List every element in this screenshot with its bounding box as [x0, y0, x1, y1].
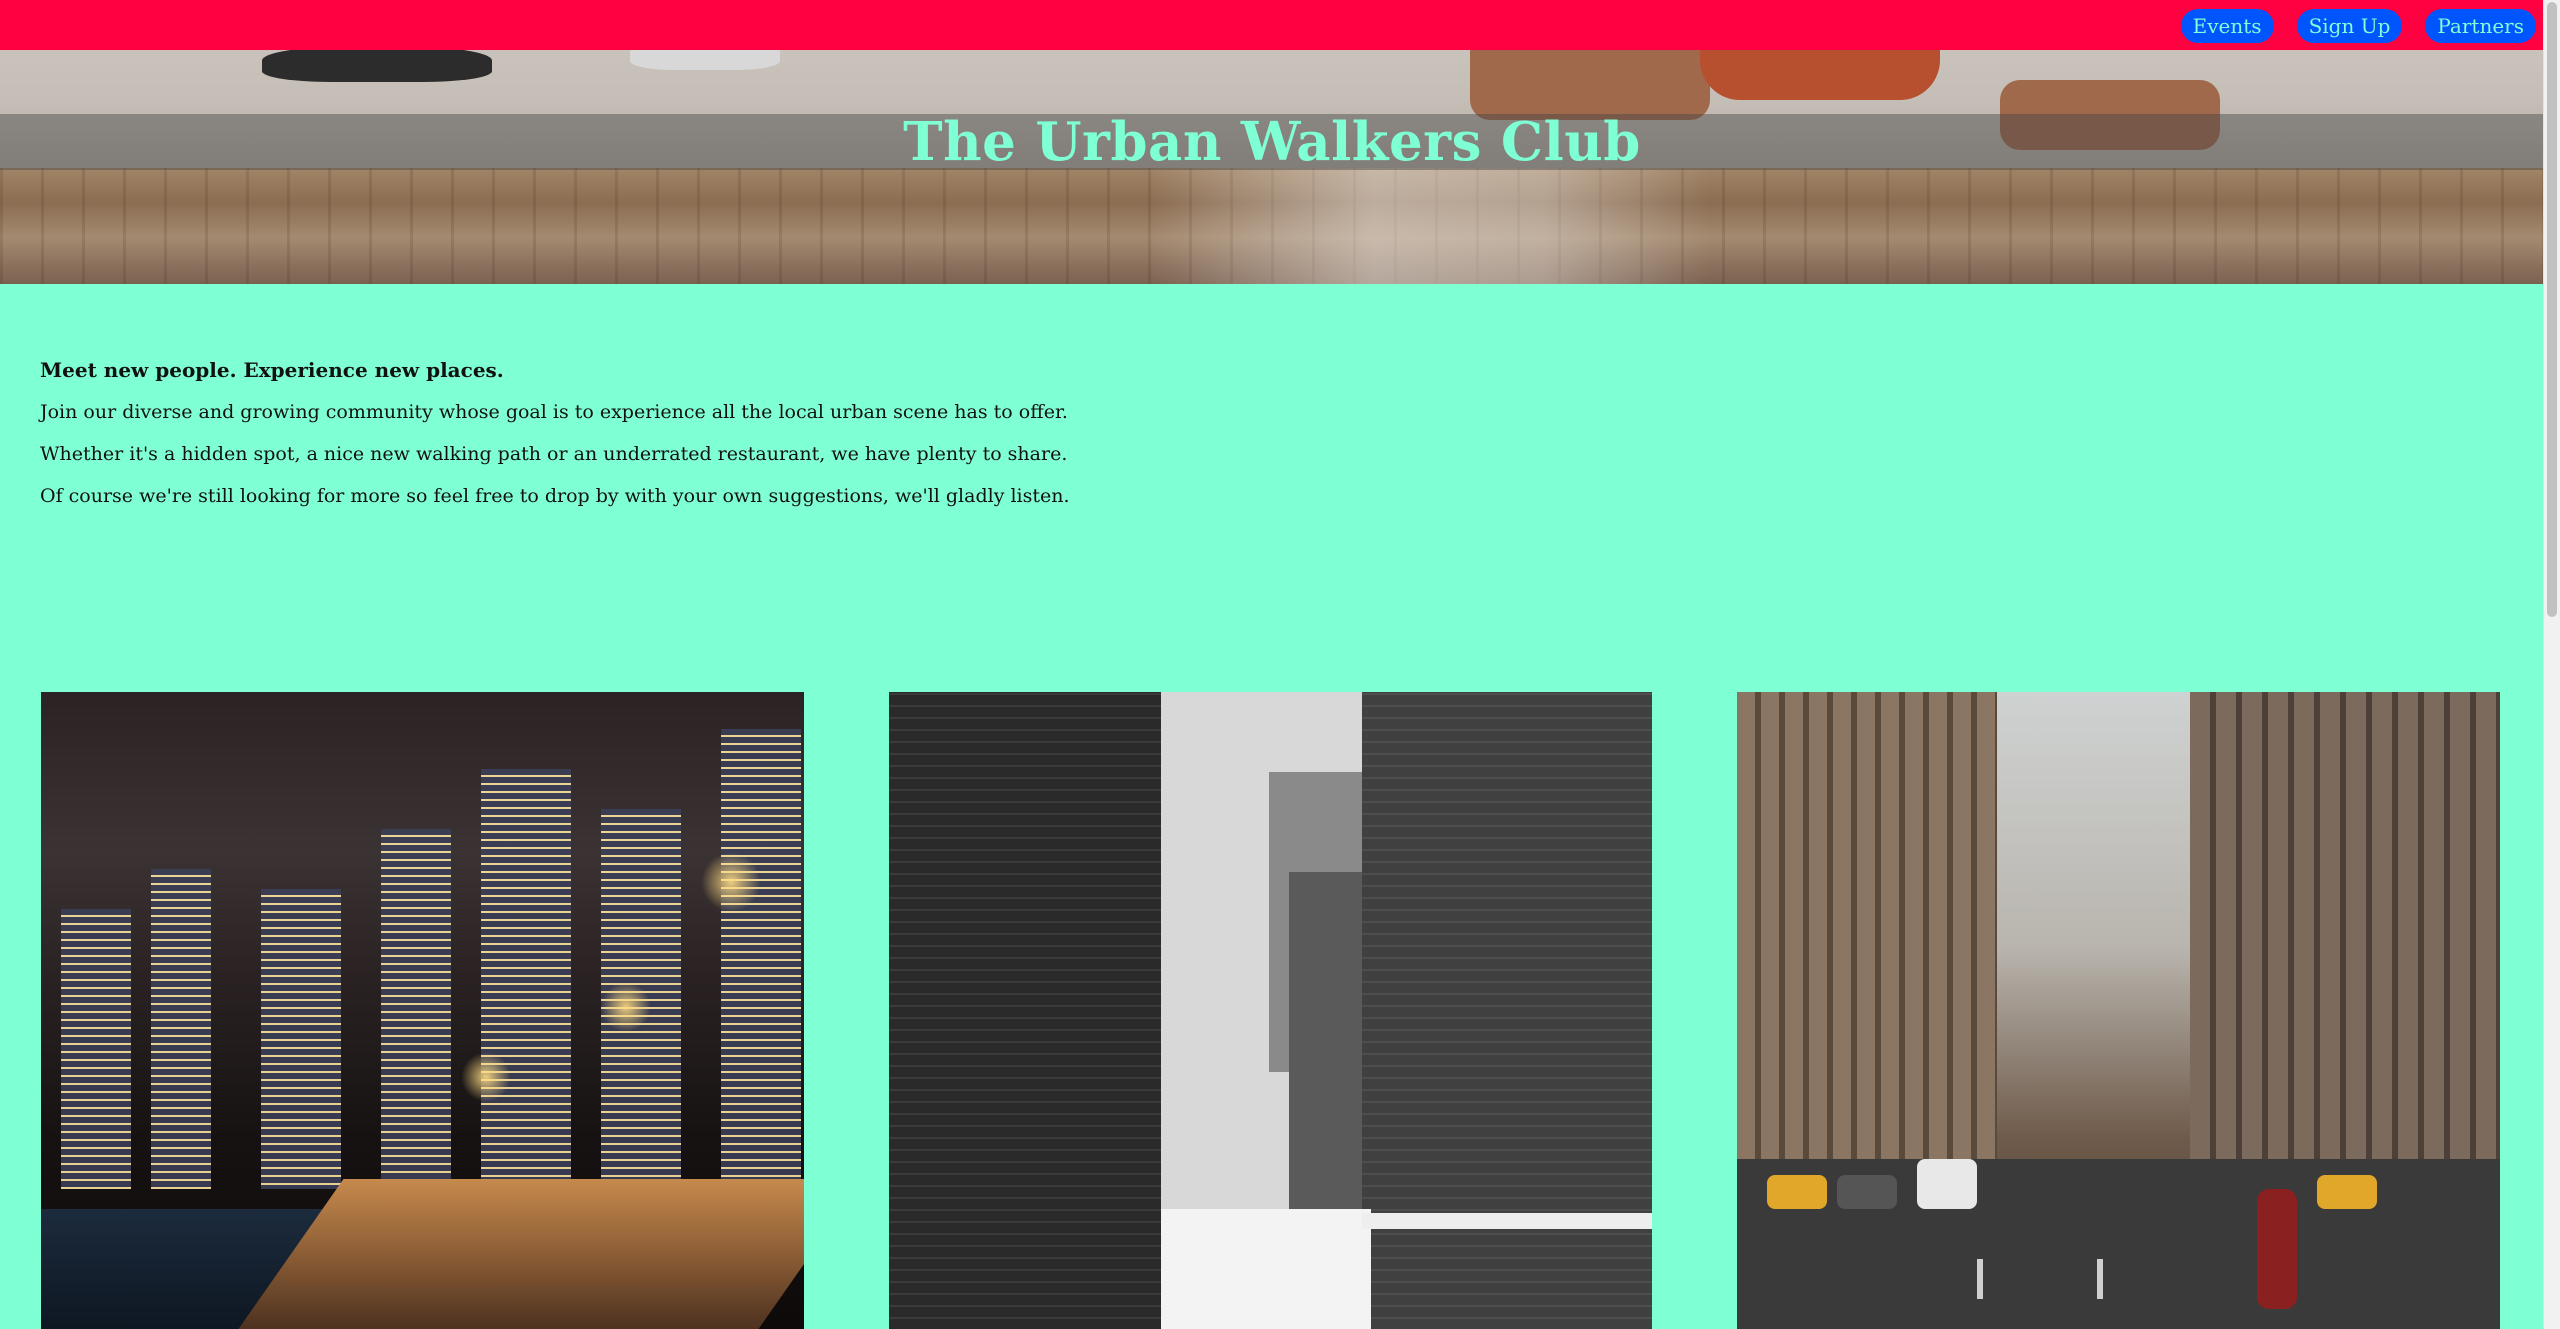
- city-street-photo: [1737, 692, 2500, 1329]
- photo-wall-left: [889, 692, 1161, 1329]
- photo-building: [481, 769, 571, 1189]
- photo-building: [261, 889, 341, 1189]
- gallery-image-city-street: [1737, 692, 2500, 1329]
- page: The Urban Walkers Club Events Sign Up Pa…: [0, 0, 2544, 1329]
- photo-building-right: [2190, 692, 2500, 1212]
- nav-sign-up-button[interactable]: Sign Up: [2296, 9, 2403, 43]
- photo-building: [721, 729, 801, 1189]
- photo-lane-marking: [1977, 1259, 1983, 1299]
- photo-building-left: [1737, 692, 1997, 1212]
- photo-van: [1917, 1159, 1977, 1209]
- snowy-alley-photo: [889, 692, 1652, 1329]
- vertical-scrollbar[interactable]: [2543, 0, 2560, 1329]
- photo-light: [601, 982, 651, 1032]
- photo-pedestrian: [2257, 1189, 2297, 1309]
- photo-building: [151, 869, 211, 1189]
- hero-shoe-left: [262, 46, 492, 82]
- photo-taxi: [1767, 1175, 1827, 1209]
- nav-partners-button[interactable]: Partners: [2425, 9, 2536, 43]
- photo-light: [701, 852, 761, 912]
- photo-building: [381, 829, 451, 1189]
- photo-snow: [1161, 1209, 1371, 1329]
- gallery-image-snowy-alley: [889, 692, 1652, 1329]
- photo-taxi: [2317, 1175, 2377, 1209]
- site-title: The Urban Walkers Club: [903, 111, 1641, 173]
- intro-paragraph: Whether it's a hidden spot, a nice new w…: [40, 443, 1068, 465]
- intro-paragraph: Of course we're still looking for more s…: [40, 485, 1070, 507]
- intro-section: Meet new people. Experience new places. …: [40, 356, 1070, 524]
- scrollbar-thumb[interactable]: [2547, 2, 2557, 617]
- intro-paragraph: Join our diverse and growing community w…: [40, 401, 1068, 423]
- photo-car: [1837, 1175, 1897, 1209]
- photo-building: [61, 909, 131, 1189]
- hero-curb-highlight: [1150, 168, 1710, 284]
- photo-lane-marking: [2097, 1259, 2103, 1299]
- photo-light: [461, 1052, 511, 1102]
- nav-events-button[interactable]: Events: [2180, 9, 2274, 43]
- top-nav-bar: Events Sign Up Partners: [0, 0, 2544, 50]
- intro-lead: Meet new people. Experience new places.: [40, 358, 504, 382]
- nav-menu: Events Sign Up Partners: [2180, 9, 2536, 43]
- night-city-photo: [41, 692, 804, 1329]
- photo-wall-right: [1362, 692, 1652, 1329]
- photo-snow-ledge: [1362, 1213, 1652, 1229]
- gallery-image-night-city: [41, 692, 804, 1329]
- photo-bridge: [238, 1179, 804, 1329]
